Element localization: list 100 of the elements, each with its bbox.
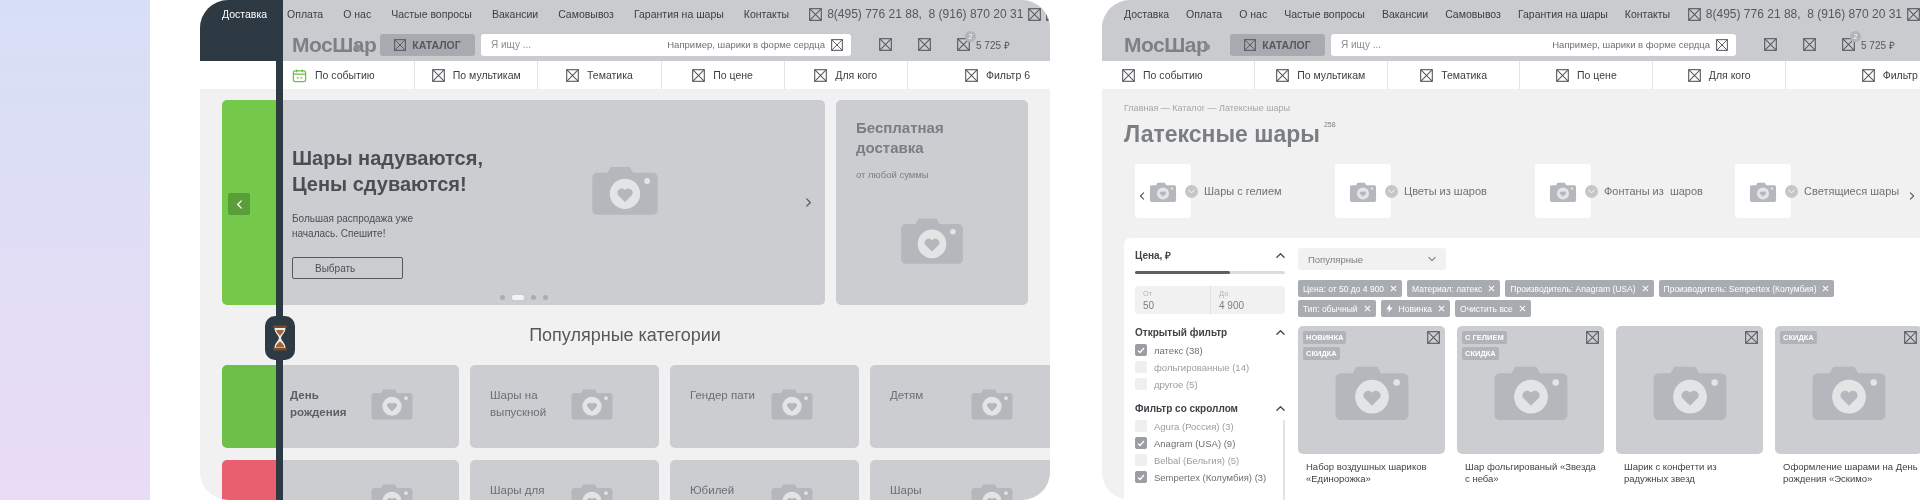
filter-option[interactable]: Agura (Россия) (3)	[1135, 420, 1285, 432]
nav-link[interactable]: Частые вопросы	[391, 8, 472, 20]
placeholder-icon[interactable]	[1028, 7, 1042, 21]
nav-link[interactable]: Оплата	[287, 8, 324, 20]
filter-menu-item[interactable]: Для кого	[1652, 61, 1786, 89]
category-card[interactable]: Юбилей	[670, 460, 859, 500]
filter-option[interactable]: фольгированные (14)	[1135, 361, 1285, 373]
close-icon[interactable]	[1822, 285, 1830, 292]
logo-dot-icon	[354, 43, 360, 50]
sort-dropdown[interactable]: Популярные	[1298, 248, 1446, 270]
collapse-icon[interactable]	[1276, 327, 1285, 337]
close-icon[interactable]	[1488, 285, 1496, 292]
subcategory-link[interactable]: Шары с гелием	[1204, 185, 1282, 197]
filter-menu-item[interactable]: Фильтр	[1785, 61, 1918, 89]
checkbox[interactable]	[1135, 344, 1147, 356]
phone-icon	[1687, 7, 1701, 21]
category-card[interactable]: Гендер пати	[670, 365, 859, 448]
collapse-icon[interactable]	[1276, 403, 1285, 413]
nav-link[interactable]: Контакты	[743, 8, 790, 20]
close-icon[interactable]	[1438, 305, 1446, 312]
filter-menu-item[interactable]: Для кого	[783, 61, 907, 89]
placeholder-icon[interactable]	[1803, 38, 1816, 51]
filter-menu-item[interactable]: Фильтр 6	[906, 61, 1031, 89]
carousel-dot[interactable]	[530, 295, 536, 300]
placeholder-icon	[1687, 68, 1701, 82]
nav-link[interactable]: Самовывоз	[1445, 8, 1501, 20]
checkbox[interactable]	[1135, 471, 1147, 483]
placeholder-icon	[1716, 38, 1728, 51]
filter-menu-item[interactable]: По цене	[660, 61, 784, 89]
placeholder-icon	[394, 38, 407, 51]
nav-link[interactable]: Гарантия на шары	[633, 8, 724, 20]
filter-option[interactable]: другое (5)	[1135, 378, 1285, 390]
close-icon[interactable]	[1363, 305, 1371, 312]
nav-link[interactable]: Частые вопросы	[1284, 8, 1365, 20]
search-field[interactable]: Я ищу ...	[489, 38, 662, 51]
nav-link[interactable]: Гарантия на шары	[1517, 8, 1608, 20]
product-title[interactable]: Набор воздушных шариков «Единорожка»	[1306, 461, 1441, 486]
choose-button[interactable]: Выбрать	[292, 257, 403, 279]
carousel-dot[interactable]	[499, 295, 505, 300]
product-title[interactable]: Оформление шарами на День рождения «Эскимо»	[1783, 461, 1918, 486]
nav-link[interactable]: Вакансии	[1381, 8, 1429, 20]
nav-link[interactable]: О нас	[343, 8, 372, 20]
subcategory-tile[interactable]	[1335, 164, 1391, 218]
filter-option[interactable]: Belbal (Бельгия) (5)	[1135, 454, 1285, 466]
filter-menu-item[interactable]: Тематика	[537, 61, 661, 89]
subcategory-tile[interactable]	[1735, 164, 1791, 218]
subcategory-link[interactable]: Цветы из шаров	[1404, 185, 1487, 197]
chevron-down-icon	[1188, 187, 1195, 195]
previous-button[interactable]	[228, 193, 250, 215]
carousel-dot[interactable]	[542, 295, 548, 300]
catalog-button[interactable]: КАТАЛОГ	[1230, 33, 1325, 56]
placeholder-icon	[1244, 38, 1257, 51]
placeholder-icon[interactable]	[1907, 7, 1920, 21]
collapse-icon[interactable]	[1276, 250, 1285, 260]
compare-slider-handle[interactable]	[265, 316, 295, 360]
nav-link[interactable]: Доставка	[1124, 8, 1170, 20]
category-label: Шары	[890, 483, 923, 498]
search-field[interactable]: Я ищу ...	[1339, 38, 1547, 51]
category-card[interactable]: День рождения	[222, 365, 459, 448]
category-label: Гендер пати	[690, 388, 756, 403]
filter-menu-item[interactable]: По событию	[1122, 61, 1254, 89]
product-title[interactable]: Шар фольгированый «Звезда с неба»	[1465, 461, 1600, 486]
filter-option[interactable]: латекс (38)	[1135, 344, 1285, 356]
search-bar[interactable]: Я ищу ... Например, шарики в форме сердца	[1331, 33, 1736, 56]
calendar-icon	[292, 67, 307, 83]
nav-link[interactable]: Доставка	[222, 8, 268, 20]
search-bar[interactable]: Я ищу ... Например, шарики в форме сердца	[481, 33, 851, 56]
close-icon[interactable]	[1641, 285, 1649, 292]
filter-menu-item[interactable]: По событию	[292, 61, 415, 89]
filter-option[interactable]: Sempertex (Колумбия) (3)	[1135, 471, 1285, 483]
nav-link[interactable]: Вакансии	[491, 8, 539, 20]
category-card[interactable]: Шары на выпускной	[470, 365, 659, 448]
filter-menu-item[interactable]: По мультикам	[1253, 61, 1387, 89]
placeholder-icon[interactable]	[879, 38, 892, 51]
placeholder-icon	[814, 68, 828, 82]
catalog-button[interactable]: КАТАЛОГ	[380, 33, 475, 56]
filter-option[interactable]: Anagram (USA) (9)	[1135, 437, 1285, 449]
filter-menu-item[interactable]: По цене	[1519, 61, 1653, 89]
cart-icon[interactable]	[957, 38, 970, 51]
subcategory-tile[interactable]	[1135, 164, 1191, 218]
filter-menu-item[interactable]: По мультикам	[414, 61, 538, 89]
category-card[interactable]: Шары для	[470, 460, 659, 500]
product-title[interactable]: Шарик с конфетти из радужных звезд	[1624, 461, 1759, 486]
checkbox[interactable]	[1135, 437, 1147, 449]
placeholder-icon[interactable]	[918, 38, 931, 51]
nav-link[interactable]: Самовывоз	[558, 8, 614, 20]
price-slider[interactable]	[1135, 271, 1285, 274]
nav-link[interactable]: Контакты	[1624, 8, 1671, 20]
nav-link[interactable]: О нас	[1239, 8, 1268, 20]
subcategory-link[interactable]: Светящиеся шары	[1804, 185, 1900, 197]
subcategory-tile[interactable]	[1535, 164, 1591, 218]
placeholder-icon[interactable]	[1764, 38, 1777, 51]
close-icon[interactable]	[1518, 305, 1526, 312]
close-icon[interactable]	[1390, 285, 1398, 292]
nav-link[interactable]: Оплата	[1186, 8, 1223, 20]
cart-icon[interactable]	[1842, 38, 1855, 51]
category-card[interactable]: Детям	[870, 365, 1050, 448]
subcategory-link[interactable]: Фонтаны из шаров	[1604, 185, 1703, 197]
category-card[interactable]: Шары	[870, 460, 1050, 500]
filter-menu-item[interactable]: Тематика	[1386, 61, 1520, 89]
